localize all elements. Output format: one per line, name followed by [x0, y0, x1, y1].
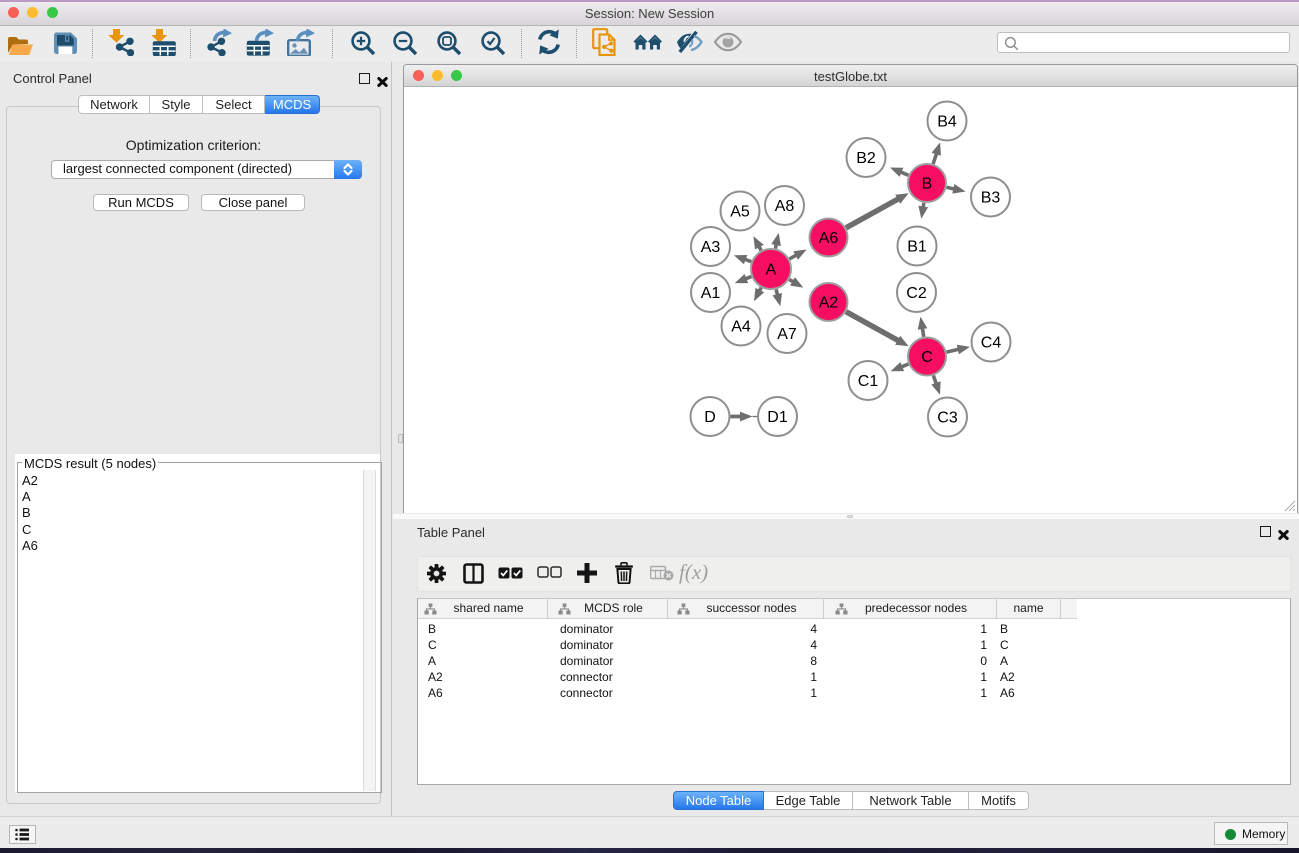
- svg-text:A7: A7: [777, 326, 797, 343]
- svg-text:D1: D1: [767, 409, 788, 426]
- svg-text:A5: A5: [730, 204, 750, 221]
- svg-text:B2: B2: [856, 150, 876, 167]
- svg-text:A8: A8: [775, 198, 795, 215]
- svg-text:C3: C3: [937, 410, 958, 427]
- svg-text:A1: A1: [701, 285, 721, 302]
- svg-text:D: D: [704, 409, 716, 426]
- svg-text:C: C: [921, 349, 933, 366]
- svg-text:A4: A4: [731, 319, 751, 336]
- svg-text:A2: A2: [819, 295, 839, 312]
- svg-text:B: B: [922, 176, 933, 193]
- svg-text:B3: B3: [981, 190, 1001, 207]
- svg-text:A3: A3: [701, 239, 721, 256]
- svg-text:C2: C2: [906, 285, 927, 302]
- svg-text:A6: A6: [819, 230, 839, 247]
- svg-text:C1: C1: [858, 373, 879, 390]
- svg-text:B1: B1: [907, 239, 927, 256]
- svg-text:C4: C4: [981, 335, 1002, 352]
- svg-text:A: A: [766, 262, 777, 279]
- svg-text:B4: B4: [937, 114, 957, 131]
